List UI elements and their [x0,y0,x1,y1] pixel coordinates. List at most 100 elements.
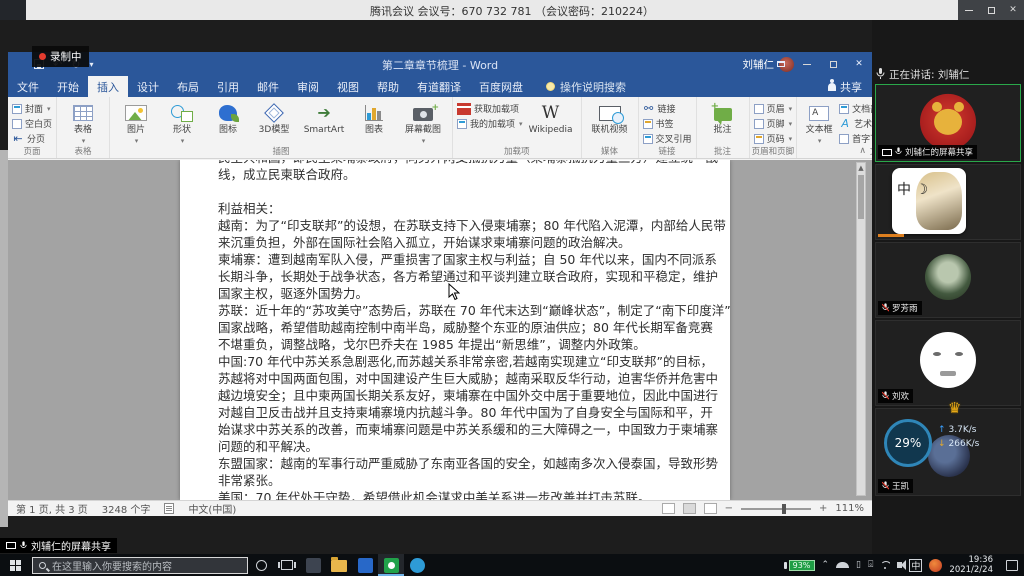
meeting-app-button[interactable] [378,554,404,576]
icons-button[interactable]: 图标 [206,100,250,135]
group-addins: 获取加载项 我的加载项 W Wikipedia 加载项 [453,97,582,158]
footer-button[interactable]: 页脚 [754,117,793,130]
tab-help[interactable]: 帮助 [368,76,408,97]
comment-button[interactable]: 批注 [701,100,745,135]
smartart-button[interactable]: ➔ SmartArt [298,100,350,135]
tab-layout[interactable]: 布局 [168,76,208,97]
zoom-slider[interactable] [741,508,811,510]
collapse-ribbon-icon[interactable]: ∧ [859,146,866,156]
print-layout-icon[interactable] [683,503,696,514]
lightbulb-icon [546,82,555,91]
web-layout-icon[interactable] [704,503,717,514]
close-icon[interactable]: ✕ [1002,0,1024,20]
tab-insert[interactable]: 插入 [88,76,128,97]
word-count[interactable]: 3248 个字 [102,501,151,516]
word-close-icon[interactable]: ✕ [846,52,872,76]
zoom-slider-thumb[interactable] [782,504,786,514]
clock[interactable]: 19:36 2021/2/24 [949,555,993,575]
taskbar-app-3[interactable] [404,554,430,576]
zoom-level[interactable]: 111% [835,503,864,514]
smartart-icon: ➔ [317,105,330,121]
page-break-button[interactable]: ⇤分页 [12,132,52,145]
document-canvas[interactable]: 民主共和国，即民主柬埔寨政府，同另外两支抵抗力量（柬埔寨抵抗力量三方）建立统一战… [8,160,872,500]
taskbar-search[interactable]: 在这里输入你要搜索的内容 [32,557,248,574]
participant-tile-sticker[interactable]: 中 ☽ [875,164,1021,240]
scrollbar-thumb[interactable] [858,175,864,219]
participant-tile-wangkai[interactable]: ♛ 29% ↑3.7K/s ↓266K/s 王凯 [875,408,1021,496]
cortana-button[interactable] [248,554,274,576]
maximize-icon[interactable] [980,0,1002,20]
bookmark-button[interactable]: 书签 [643,117,692,130]
read-mode-icon[interactable] [662,503,675,514]
cross-reference-button[interactable]: 交叉引用 [643,132,692,145]
tell-me-search[interactable]: 操作说明搜索 [546,76,626,97]
language-indicator[interactable]: 中文(中国) [188,501,236,516]
my-addins-button[interactable]: 我的加载项 [457,117,523,130]
participant-tile-luofangyu[interactable]: 罗芳雨 [875,242,1021,318]
blank-page-button[interactable]: 空白页 [12,117,52,130]
tab-view[interactable]: 视图 [328,76,368,97]
page-number-button[interactable]: 页码 [754,132,793,145]
screenshot-button[interactable]: 屏幕截图 [398,100,448,146]
doc-line: 美国：70 年代处于守势，希望借此机会谋求中美关系进一步改善并打击苏联。 [218,489,694,500]
tab-review[interactable]: 审阅 [288,76,328,97]
file-explorer-button[interactable] [326,554,352,576]
speaker-icon[interactable] [897,562,902,568]
zoom-out-icon[interactable]: − [725,503,733,514]
task-view-icon [281,560,293,570]
participant-tile-sharer[interactable]: 刘辅仁的屏幕共享 [875,84,1021,162]
meeting-app-icon [384,558,399,573]
page-indicator[interactable]: 第 1 页, 共 3 页 [16,501,88,516]
wifi-icon[interactable] [880,561,890,569]
tell-me-label: 操作说明搜索 [560,79,626,95]
task-view-button[interactable] [274,554,300,576]
tab-mailings[interactable]: 邮件 [248,76,288,97]
cover-page-button[interactable]: 封面 [12,102,52,115]
chart-button[interactable]: 图表 [352,100,396,135]
device-icon[interactable]: ▯ [856,560,861,570]
doc-line: 始谋求中苏关系的改善，而柬埔寨问题是中苏关系缓和的三大障碍之一，中国致力于柬埔寨 [218,421,694,438]
document-page[interactable]: 民主共和国，即民主柬埔寨政府，同另外两支抵抗力量（柬埔寨抵抗力量三方）建立统一战… [180,160,730,500]
meeting-window-controls: ✕ [958,0,1024,20]
participant-tile-liuhuan[interactable]: 刘欢 [875,320,1021,406]
scroll-up-icon[interactable]: ▲ [857,163,865,173]
taskbar-app-1[interactable] [300,554,326,576]
start-button[interactable] [0,554,30,576]
tab-references[interactable]: 引用 [208,76,248,97]
word-restore-icon[interactable] [820,52,846,76]
tab-home[interactable]: 开始 [48,76,88,97]
action-center-icon[interactable] [1006,560,1018,571]
proofing-icon[interactable] [164,503,174,514]
share-button[interactable]: 共享 [828,76,862,97]
cloud-icon[interactable] [836,562,849,568]
online-video-button[interactable]: 联机视频 [586,100,634,135]
wikipedia-button[interactable]: W Wikipedia [525,100,577,135]
ribbon-display-options-icon[interactable] [768,52,794,76]
tab-design[interactable]: 设计 [128,76,168,97]
shapes-button[interactable]: 形状 [160,100,204,146]
sogou-input-icon[interactable] [929,559,942,572]
vertical-scrollbar[interactable]: ▲ [856,162,866,496]
get-addins-button[interactable]: 获取加载项 [457,102,523,115]
tray-expand-icon[interactable]: ⌃ [822,560,830,570]
minimize-icon[interactable] [958,0,980,20]
taskbar-app-2[interactable] [352,554,378,576]
text-box-button[interactable]: A 文本框 [801,100,837,146]
recording-dot-icon [39,53,46,60]
header-button[interactable]: 页眉 [754,102,793,115]
word-minimize-icon[interactable] [794,52,820,76]
battery-indicator[interactable]: 93% [784,560,815,571]
table-button[interactable]: 表格 [61,100,105,146]
link-button[interactable]: ⚯链接 [643,102,692,115]
3d-models-button[interactable]: 3D模型 [252,100,296,135]
input-method-indicator[interactable]: 中 [909,559,922,572]
pictures-button[interactable]: 图片 [114,100,158,146]
tab-file[interactable]: 文件 [8,76,48,97]
share-label: 共享 [840,79,862,95]
comment-icon [714,108,732,121]
tab-youdao-translate[interactable]: 有道翻译 [408,76,470,97]
tab-baidu-netdisk[interactable]: 百度网盘 [470,76,532,97]
ethernet-icon[interactable]: ⌻ [868,560,873,570]
mic-icon [20,541,27,551]
zoom-in-icon[interactable]: + [819,503,827,514]
